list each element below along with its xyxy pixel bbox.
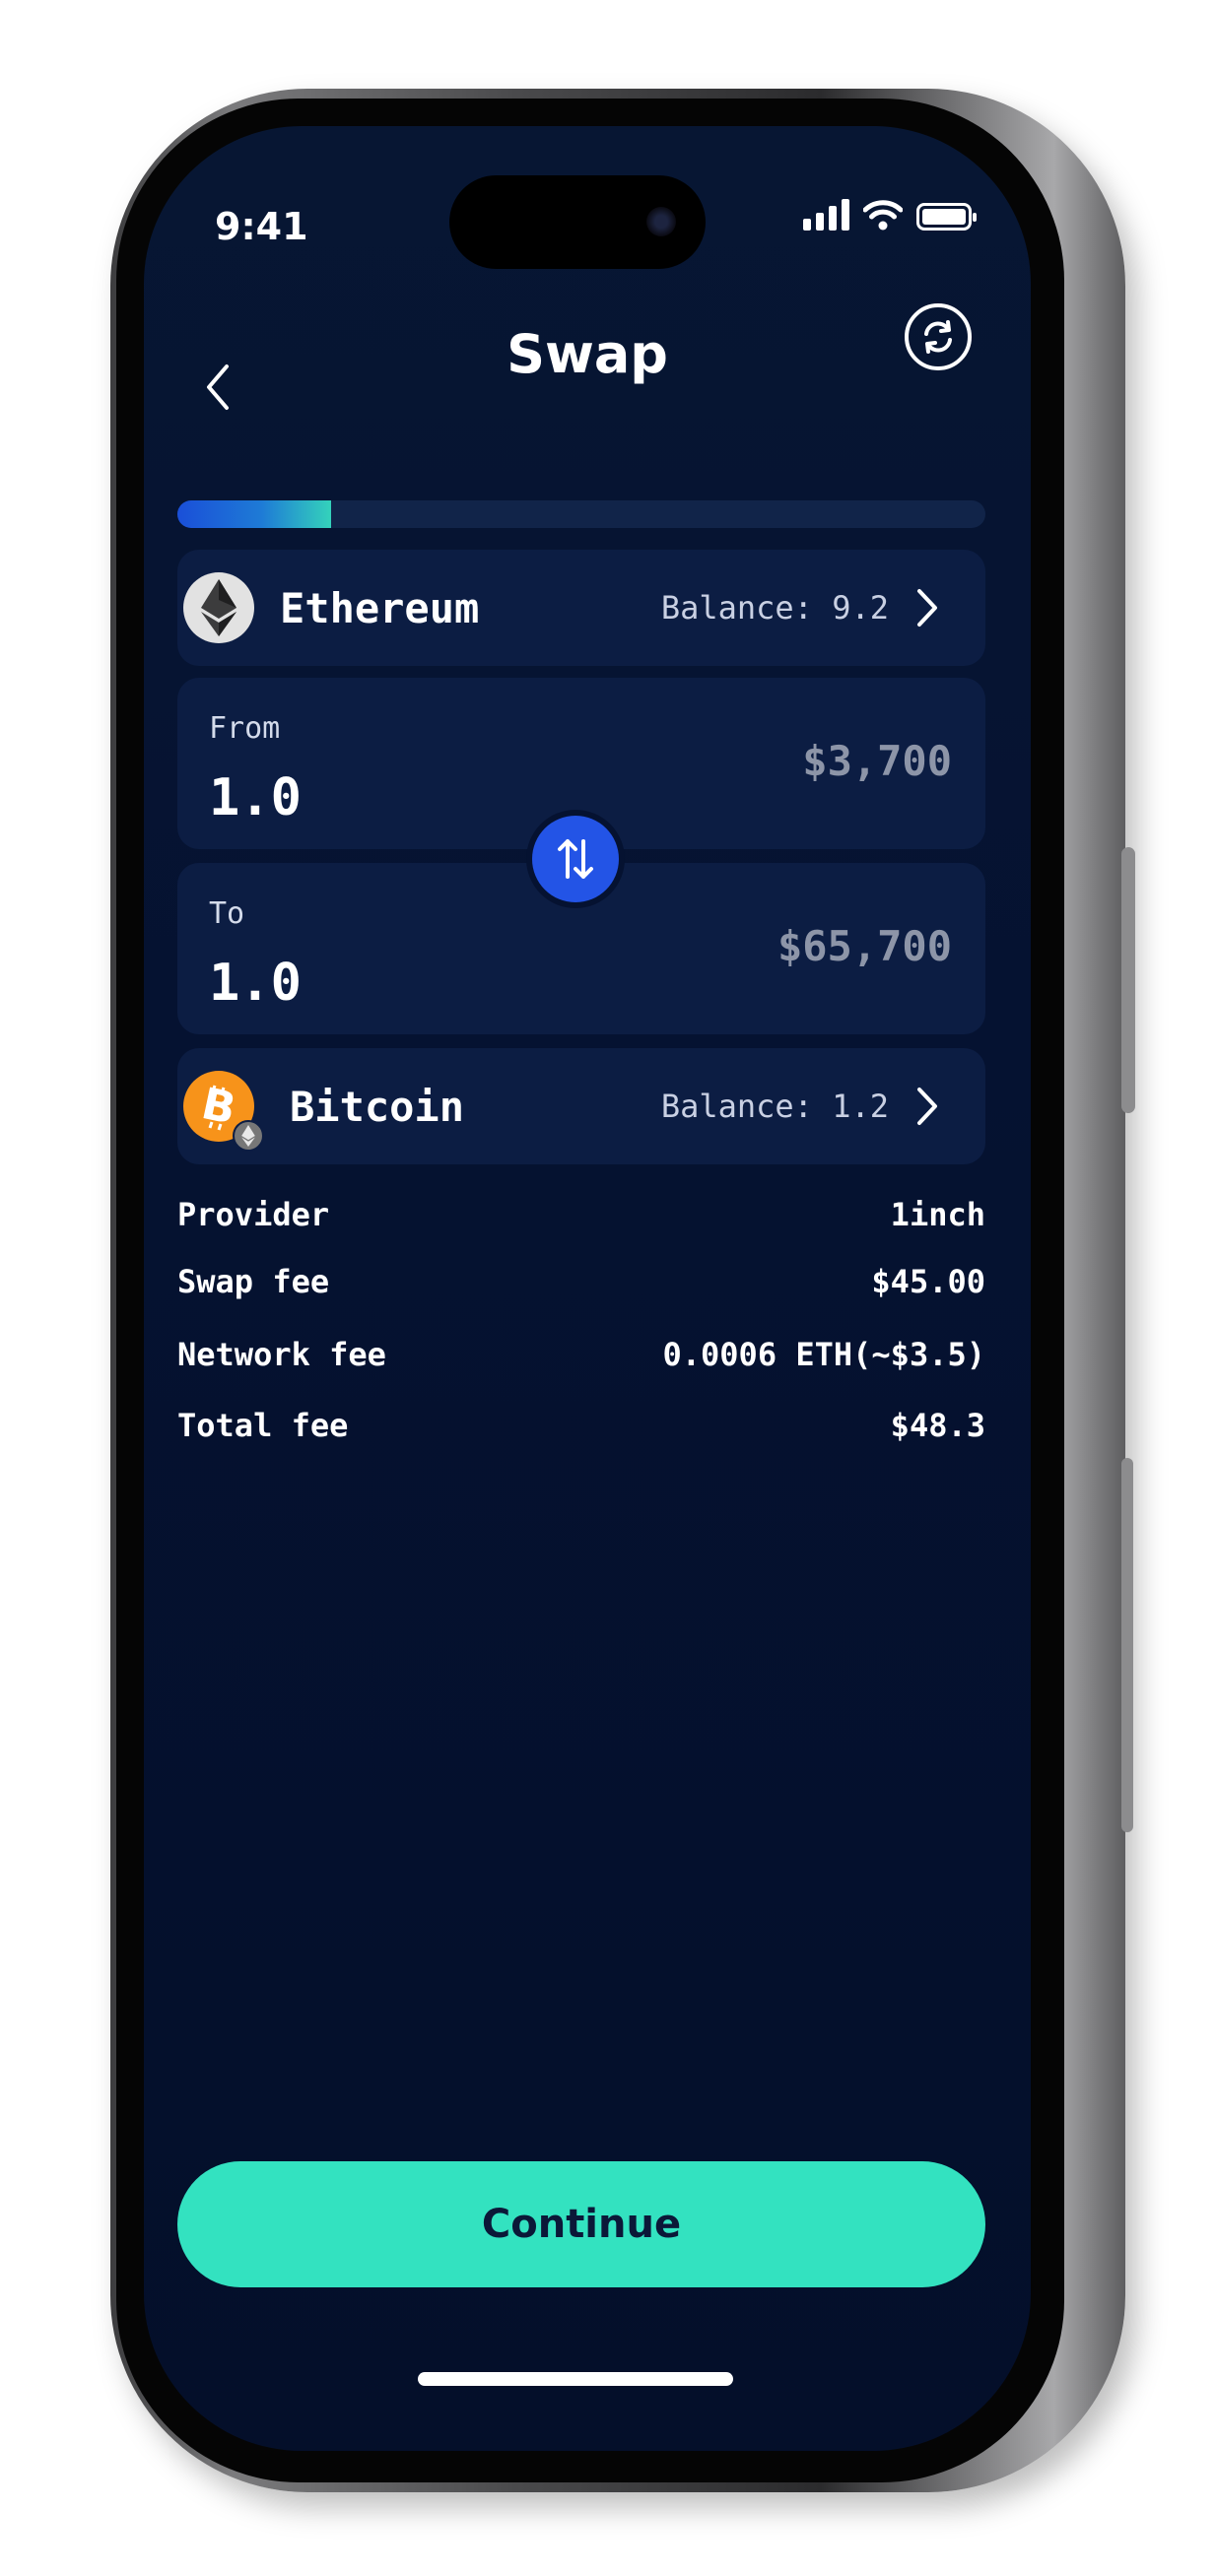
fee-value: $48.3 bbox=[890, 1407, 985, 1444]
swap-direction-button[interactable] bbox=[532, 816, 619, 902]
to-fiat-value: $65,700 bbox=[777, 922, 952, 970]
fee-label: Swap fee bbox=[177, 1263, 330, 1300]
progress-fill bbox=[177, 500, 331, 528]
to-asset-name: Bitcoin bbox=[290, 1082, 465, 1131]
from-amount-input[interactable]: 1.0 bbox=[209, 768, 302, 827]
from-asset-balance: Balance: 9.2 bbox=[660, 589, 889, 627]
refresh-button[interactable] bbox=[905, 303, 972, 370]
network-ethereum-icon bbox=[233, 1120, 264, 1152]
swap-arrows-icon bbox=[558, 839, 593, 879]
status-time: 9:41 bbox=[215, 205, 308, 248]
fee-label: Provider bbox=[177, 1196, 330, 1233]
from-asset-name: Ethereum bbox=[280, 583, 480, 632]
bitcoin-icon: B bbox=[183, 1071, 264, 1152]
status-icons bbox=[803, 197, 977, 231]
svg-text:B: B bbox=[199, 1082, 238, 1131]
home-indicator bbox=[418, 2372, 733, 2386]
fee-row-provider: Provider 1inch bbox=[177, 1196, 985, 1233]
battery-icon bbox=[916, 203, 977, 231]
chevron-right-icon bbox=[916, 1087, 946, 1126]
fee-label: Total fee bbox=[177, 1407, 349, 1444]
device-mockup: 9:41 Swap Ethereum Balance: 9.2 From 1.0… bbox=[0, 0, 1216, 2576]
continue-button[interactable]: Continue bbox=[177, 2161, 985, 2287]
from-label: From bbox=[209, 711, 281, 746]
dynamic-island bbox=[449, 175, 706, 269]
refresh-icon bbox=[924, 320, 952, 354]
fee-value: $45.00 bbox=[871, 1263, 985, 1300]
fee-row-swap-fee: Swap fee $45.00 bbox=[177, 1263, 985, 1300]
fee-row-network-fee: Network fee 0.0006 ETH(~$3.5) bbox=[177, 1336, 985, 1373]
to-label: To bbox=[209, 896, 245, 931]
to-amount-input[interactable]: 1.0 bbox=[209, 954, 302, 1013]
to-asset-balance: Balance: 1.2 bbox=[660, 1088, 889, 1125]
to-asset-selector[interactable]: B Bitcoin Balance: 1.2 bbox=[177, 1048, 985, 1164]
page-title: Swap bbox=[507, 323, 668, 385]
app-screen: 9:41 Swap Ethereum Balance: 9.2 From 1.0… bbox=[144, 126, 1031, 2451]
from-asset-selector[interactable]: Ethereum Balance: 9.2 bbox=[177, 550, 985, 666]
side-button bbox=[1121, 1458, 1133, 1832]
ethereum-icon bbox=[183, 572, 254, 643]
camera-icon bbox=[646, 207, 676, 236]
chevron-right-icon bbox=[916, 588, 946, 627]
from-fiat-value: $3,700 bbox=[802, 737, 952, 785]
fee-row-total-fee: Total fee $48.3 bbox=[177, 1407, 985, 1444]
wifi-icon bbox=[863, 200, 903, 231]
progress-bar bbox=[177, 500, 985, 528]
fee-value: 1inch bbox=[890, 1196, 985, 1233]
cellular-signal-icon bbox=[803, 197, 849, 231]
power-button bbox=[1121, 847, 1135, 1113]
fee-value: 0.0006 ETH(~$3.5) bbox=[662, 1336, 985, 1373]
fee-label: Network fee bbox=[177, 1336, 386, 1373]
